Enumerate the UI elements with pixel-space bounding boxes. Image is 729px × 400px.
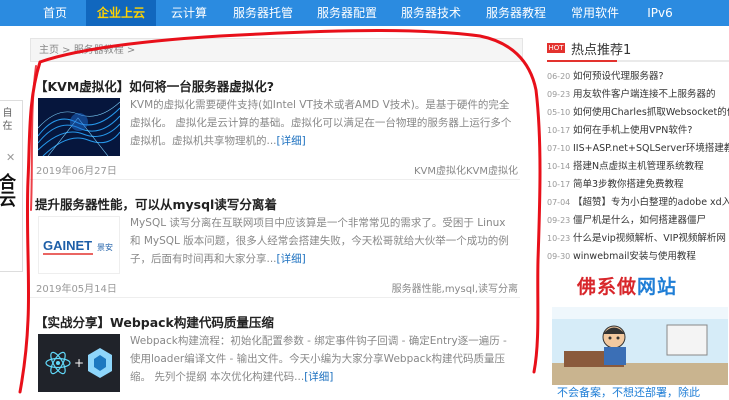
- article-more-link[interactable]: [详细]: [277, 253, 306, 265]
- brand-slogan[interactable]: 佛系做网站: [577, 272, 677, 299]
- close-icon[interactable]: ✕: [6, 151, 15, 164]
- hot-list-item[interactable]: 10-17 简单3步教你搭建免费教程: [547, 174, 729, 192]
- float-widget: 自 在 ✕ 合云: [0, 100, 23, 272]
- hot-list-item[interactable]: 09-23 僵尸机是什么，如何搭建器僵尸: [547, 210, 729, 228]
- nav-item-ipv6[interactable]: IPv6: [638, 0, 682, 26]
- article-thumbnail[interactable]: GAINET 景安: [38, 216, 120, 274]
- float-widget-text: 自 在: [0, 107, 11, 131]
- divider: [30, 179, 520, 180]
- divider: [30, 297, 520, 298]
- article-summary: KVM的虚拟化需要硬件支持(如Intel VT技术或者AMD V技术)。是基于硬…: [130, 99, 512, 147]
- nav-item-cloud[interactable]: 企业上云: [86, 0, 156, 26]
- article-title[interactable]: 【实战分享】Webpack构建代码质量压缩: [35, 312, 274, 331]
- hot-list-item[interactable]: 07-04 【超赞】专为小白整理的adobe xd入: [547, 192, 729, 210]
- article-date: 2019年06月27日: [36, 166, 117, 177]
- hot-list-item[interactable]: 07-10 IIS+ASP.net+SQLServer环境搭建教程: [547, 138, 729, 156]
- gainet-logo: GAINET 景安: [39, 217, 119, 273]
- webpack-thumbnail-image: +: [38, 334, 120, 392]
- article-more-link[interactable]: [详细]: [304, 371, 333, 383]
- hot-list-item[interactable]: 06-20 如何预设代理服务器?: [547, 66, 729, 84]
- hot-list-item[interactable]: 09-23 用友软件客户端连接不上服务器的: [547, 84, 729, 102]
- nav-item-tutorial[interactable]: 服务器教程: [477, 0, 555, 26]
- divider-accent: [547, 60, 617, 62]
- cartoon-banner-image: [552, 307, 728, 385]
- article-date: 2019年05月14日: [36, 284, 117, 295]
- breadcrumb[interactable]: 主页 > 服务器教程 >: [30, 38, 523, 62]
- article-thumbnail[interactable]: +: [38, 334, 120, 392]
- article-item: 【实战分享】Webpack构建代码质量压缩 + Webpack构建流程：初始化配…: [30, 312, 520, 397]
- hot-list-item[interactable]: 10-17 如何在手机上使用VPN软件?: [547, 120, 729, 138]
- article-summary: Webpack构建流程：初始化配置参数 - 绑定事件钩子回调 - 确定Entry…: [130, 335, 507, 383]
- hot-badge: HOT: [547, 43, 565, 53]
- article-item: 【KVM虚拟化】如何将一台服务器虚拟化? KVM的虚拟化需要硬件支持(如Inte…: [30, 76, 520, 184]
- svg-text:+: +: [74, 356, 84, 370]
- float-widget-big-text: 合云: [0, 173, 15, 207]
- ad-banner[interactable]: [552, 307, 728, 385]
- sidebar-title: 热点推荐1: [571, 43, 632, 58]
- article-tags[interactable]: KVM虚拟化KVM虚拟化: [414, 162, 518, 177]
- article-tags[interactable]: 服务器性能,mysql,读写分离: [392, 280, 518, 295]
- nav-item-config[interactable]: 服务器配置: [308, 0, 386, 26]
- nav-item-hosting[interactable]: 服务器托管: [224, 0, 302, 26]
- gainet-logo-sub: 景安: [97, 242, 113, 252]
- article-summary: MySQL 读写分离在互联网项目中应该算是一个非常常见的需求了。受困于 Linu…: [130, 217, 509, 265]
- article-title[interactable]: 【KVM虚拟化】如何将一台服务器虚拟化?: [35, 76, 274, 95]
- nav-item-home[interactable]: 首页: [32, 0, 78, 26]
- hot-list-item[interactable]: 05-10 如何使用Charles抓取Websocket的信息: [547, 102, 729, 120]
- article-thumbnail[interactable]: [38, 98, 120, 156]
- hot-list-item[interactable]: 09-30 winwebmail安装与使用教程: [547, 246, 729, 264]
- nav-item-software[interactable]: 常用软件: [563, 0, 627, 26]
- gainet-logo-text: GAINET: [43, 238, 92, 253]
- hot-list-item[interactable]: 10-14 搭建N点虚拟主机管理系统教程: [547, 156, 729, 174]
- article-item: 提升服务器性能，可以从mysql读写分离着 GAINET 景安 MySQL 读写…: [30, 194, 520, 302]
- top-nav: 首页 企业上云 云计算 服务器托管 服务器配置 服务器技术 服务器教程 常用软件…: [0, 0, 729, 26]
- nav-item-tech[interactable]: 服务器技术: [392, 0, 470, 26]
- article-title[interactable]: 提升服务器性能，可以从mysql读写分离着: [35, 194, 277, 213]
- sidebar: HOT 热点推荐1 06-20 如何预设代理服务器? 09-23 用友软件客户端连接…: [547, 38, 729, 400]
- article-more-link[interactable]: [详细]: [277, 135, 306, 147]
- banner-caption[interactable]: 不会备案，不想还部署，除此: [557, 384, 700, 400]
- kvm-thumbnail-image: [38, 98, 120, 156]
- main-content: 主页 > 服务器教程 > 【KVM虚拟化】如何将一台服务器虚拟化? KVM的虚拟…: [30, 38, 525, 397]
- nav-item-cloud-computing[interactable]: 云计算: [160, 0, 218, 26]
- hot-list-item[interactable]: 10-23 什么是vip视频解析、VIP视频解析网: [547, 228, 729, 246]
